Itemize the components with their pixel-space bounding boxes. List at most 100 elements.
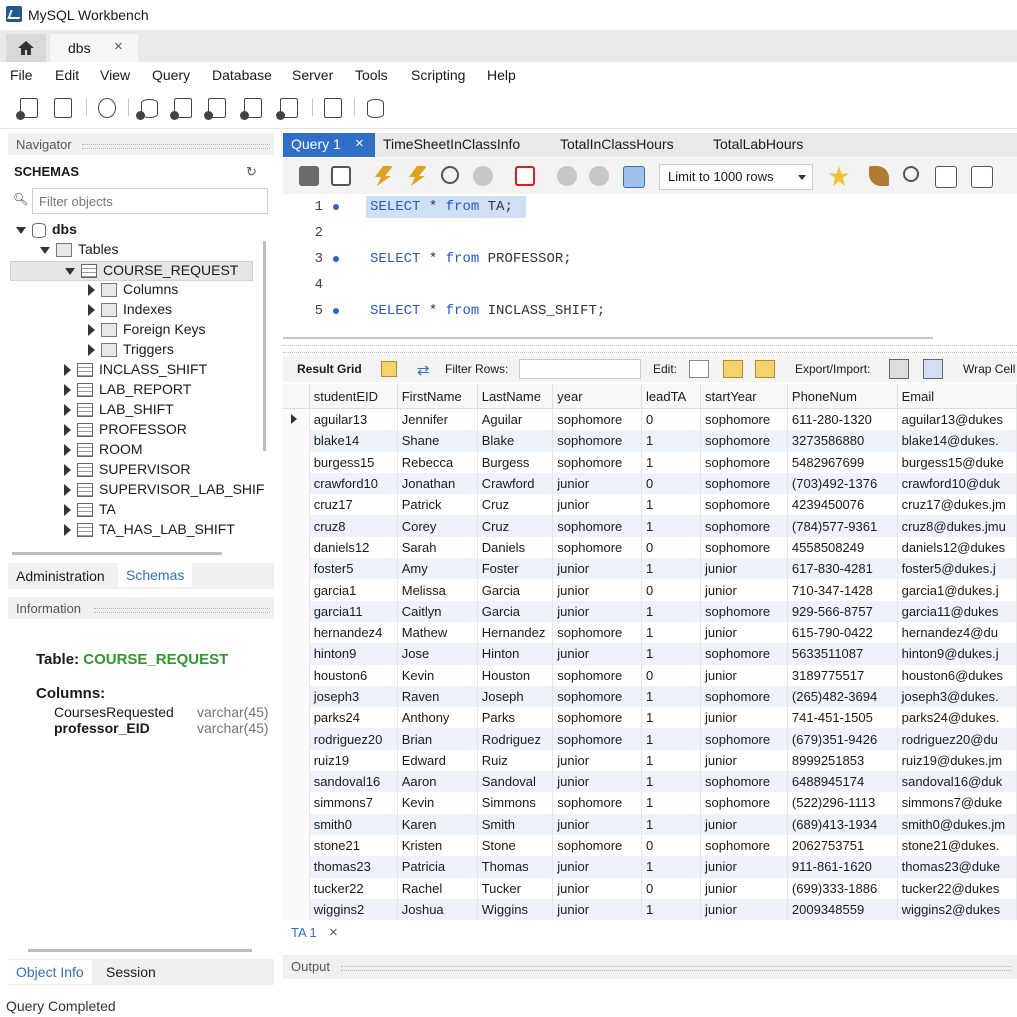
- tree-item-foreign-keys[interactable]: Foreign Keys: [88, 321, 205, 341]
- grid-cell[interactable]: sophomore: [700, 728, 788, 750]
- column-header[interactable]: PhoneNum: [787, 384, 898, 409]
- grid-cell[interactable]: sophomore: [700, 685, 788, 708]
- grid-cell[interactable]: foster5@dukes.j: [897, 558, 1017, 580]
- grid-cell[interactable]: junior: [700, 856, 788, 878]
- grid-cell[interactable]: Houston: [477, 664, 554, 686]
- refresh-icon[interactable]: ⇄: [417, 361, 430, 379]
- grid-cell[interactable]: sophomore: [700, 536, 788, 559]
- grid-cell[interactable]: parks24@dukes.: [897, 707, 1017, 729]
- grid-cell[interactable]: 0: [641, 877, 702, 899]
- grid-cell[interactable]: 1: [641, 813, 702, 835]
- menu-edit[interactable]: Edit: [55, 67, 79, 83]
- grid-cell[interactable]: foster5: [309, 558, 398, 580]
- grid-cell[interactable]: Rebecca: [397, 451, 478, 473]
- execute-icon[interactable]: [375, 166, 393, 186]
- grid-cell[interactable]: sophomore: [700, 834, 788, 857]
- grid-cell[interactable]: Ruiz: [477, 749, 554, 772]
- grid-cell[interactable]: Rodriguez: [477, 728, 554, 750]
- grid-cell[interactable]: Jennifer: [397, 408, 478, 431]
- inspector-icon[interactable]: [96, 96, 118, 118]
- table-row[interactable]: rodriguez20 Brian Rodriguez sophomore 1 sopho…: [283, 728, 1017, 750]
- grid-cell[interactable]: 710-347-1428: [787, 579, 898, 601]
- grid-cell[interactable]: rodriguez20: [309, 728, 398, 750]
- row-selector[interactable]: [283, 728, 310, 750]
- schema-dbs[interactable]: dbs: [16, 221, 77, 241]
- grid-cell[interactable]: 0: [641, 834, 702, 857]
- grid-cell[interactable]: junior: [552, 813, 642, 835]
- grid-cell[interactable]: 615-790-0422: [787, 621, 898, 644]
- close-icon[interactable]: ×: [329, 924, 338, 941]
- grid-cell[interactable]: (522)296-1113: [787, 792, 898, 814]
- grid-cell[interactable]: junior: [552, 494, 642, 516]
- grid-cell[interactable]: 6488945174: [787, 771, 898, 793]
- tree-item-professor[interactable]: PROFESSOR: [64, 421, 187, 441]
- grid-cell[interactable]: Kristen: [397, 834, 478, 857]
- grid-cell[interactable]: 1: [641, 685, 702, 708]
- tree-item-indexes[interactable]: Indexes: [88, 301, 172, 321]
- row-selector[interactable]: [283, 707, 310, 729]
- grid-cell[interactable]: 611-280-1320: [787, 408, 898, 431]
- grid-cell[interactable]: Caitlyn: [397, 600, 478, 622]
- grid-cell[interactable]: Brian: [397, 728, 478, 750]
- menu-query[interactable]: Query: [152, 67, 190, 83]
- grid-cell[interactable]: hinton9: [309, 643, 398, 665]
- grid-cell[interactable]: tucker22: [309, 877, 398, 899]
- execute-current-icon[interactable]: [409, 166, 427, 186]
- grid-view-icon[interactable]: [381, 361, 397, 377]
- grid-cell[interactable]: sandoval16@duk: [897, 771, 1017, 793]
- grid-cell[interactable]: stone21@dukes.: [897, 834, 1017, 857]
- grid-cell[interactable]: Kevin: [397, 792, 478, 814]
- grid-cell[interactable]: junior: [552, 749, 642, 772]
- grid-cell[interactable]: sophomore: [552, 451, 642, 473]
- stop-on-error-icon[interactable]: [515, 166, 535, 186]
- grid-cell[interactable]: junior: [700, 813, 788, 835]
- grid-cell[interactable]: hernandez4: [309, 621, 398, 644]
- grid-cell[interactable]: houston6: [309, 664, 398, 686]
- grid-cell[interactable]: junior: [700, 707, 788, 729]
- grid-cell[interactable]: sophomore: [700, 451, 788, 473]
- grid-cell[interactable]: 1: [641, 898, 702, 920]
- grid-cell[interactable]: Parks: [477, 707, 554, 729]
- grid-cell[interactable]: simmons7: [309, 792, 398, 814]
- stop-icon[interactable]: [473, 166, 493, 186]
- search-table-data-icon[interactable]: [322, 96, 344, 118]
- grid-cell[interactable]: burgess15: [309, 451, 398, 473]
- beautify-icon[interactable]: [869, 166, 889, 186]
- grid-cell[interactable]: (265)482-3694: [787, 685, 898, 708]
- open-file-icon[interactable]: [299, 166, 319, 186]
- grid-cell[interactable]: Smith: [477, 813, 554, 835]
- grid-cell[interactable]: garcia1@dukes.j: [897, 579, 1017, 601]
- wrap-cell-label[interactable]: Wrap Cell: [963, 362, 1015, 376]
- grid-cell[interactable]: rodriguez20@du: [897, 728, 1017, 750]
- limit-rows-select[interactable]: Limit to 1000 rows: [659, 164, 813, 190]
- grid-cell[interactable]: sophomore: [552, 430, 642, 452]
- grid-cell[interactable]: sophomore: [552, 621, 642, 644]
- grid-cell[interactable]: Patrick: [397, 494, 478, 516]
- filter-rows-input[interactable]: [519, 359, 641, 379]
- table-row[interactable]: thomas23 Patricia Thomas junior 1 junior 911-8…: [283, 856, 1017, 878]
- tree-item-supervisor[interactable]: SUPERVISOR: [64, 461, 191, 481]
- grid-cell[interactable]: stone21: [309, 834, 398, 857]
- row-selector[interactable]: [283, 536, 310, 559]
- grid-cell[interactable]: wiggins2: [309, 898, 398, 920]
- home-tab[interactable]: [6, 34, 46, 62]
- grid-cell[interactable]: Thomas: [477, 856, 554, 878]
- column-header[interactable]: FirstName: [397, 384, 478, 409]
- grid-cell[interactable]: junior: [700, 558, 788, 580]
- create-schema-icon[interactable]: [136, 96, 160, 120]
- grid-cell[interactable]: 4558508249: [787, 536, 898, 559]
- table-row[interactable]: sandoval16 Aaron Sandoval junior 1 sophomore 6…: [283, 771, 1017, 793]
- new-sql-tab-icon[interactable]: [16, 96, 40, 120]
- grid-cell[interactable]: Wiggins: [477, 898, 554, 920]
- tab-timesheet-inclass-info[interactable]: TimeSheetInClassInfo: [383, 133, 553, 157]
- row-selector[interactable]: [283, 408, 310, 431]
- grid-cell[interactable]: Karen: [397, 813, 478, 835]
- grid-cell[interactable]: blake14: [309, 430, 398, 452]
- grid-cell[interactable]: Anthony: [397, 707, 478, 729]
- tree-item-inclass-shift[interactable]: INCLASS_SHIFT: [64, 361, 207, 381]
- grid-cell[interactable]: (679)351-9426: [787, 728, 898, 750]
- grid-cell[interactable]: 1: [641, 728, 702, 750]
- grid-cell[interactable]: sophomore: [552, 728, 642, 750]
- grid-cell[interactable]: 1: [641, 558, 702, 580]
- table-row[interactable]: joseph3 Raven Joseph sophomore 1 sophomore (26…: [283, 685, 1017, 708]
